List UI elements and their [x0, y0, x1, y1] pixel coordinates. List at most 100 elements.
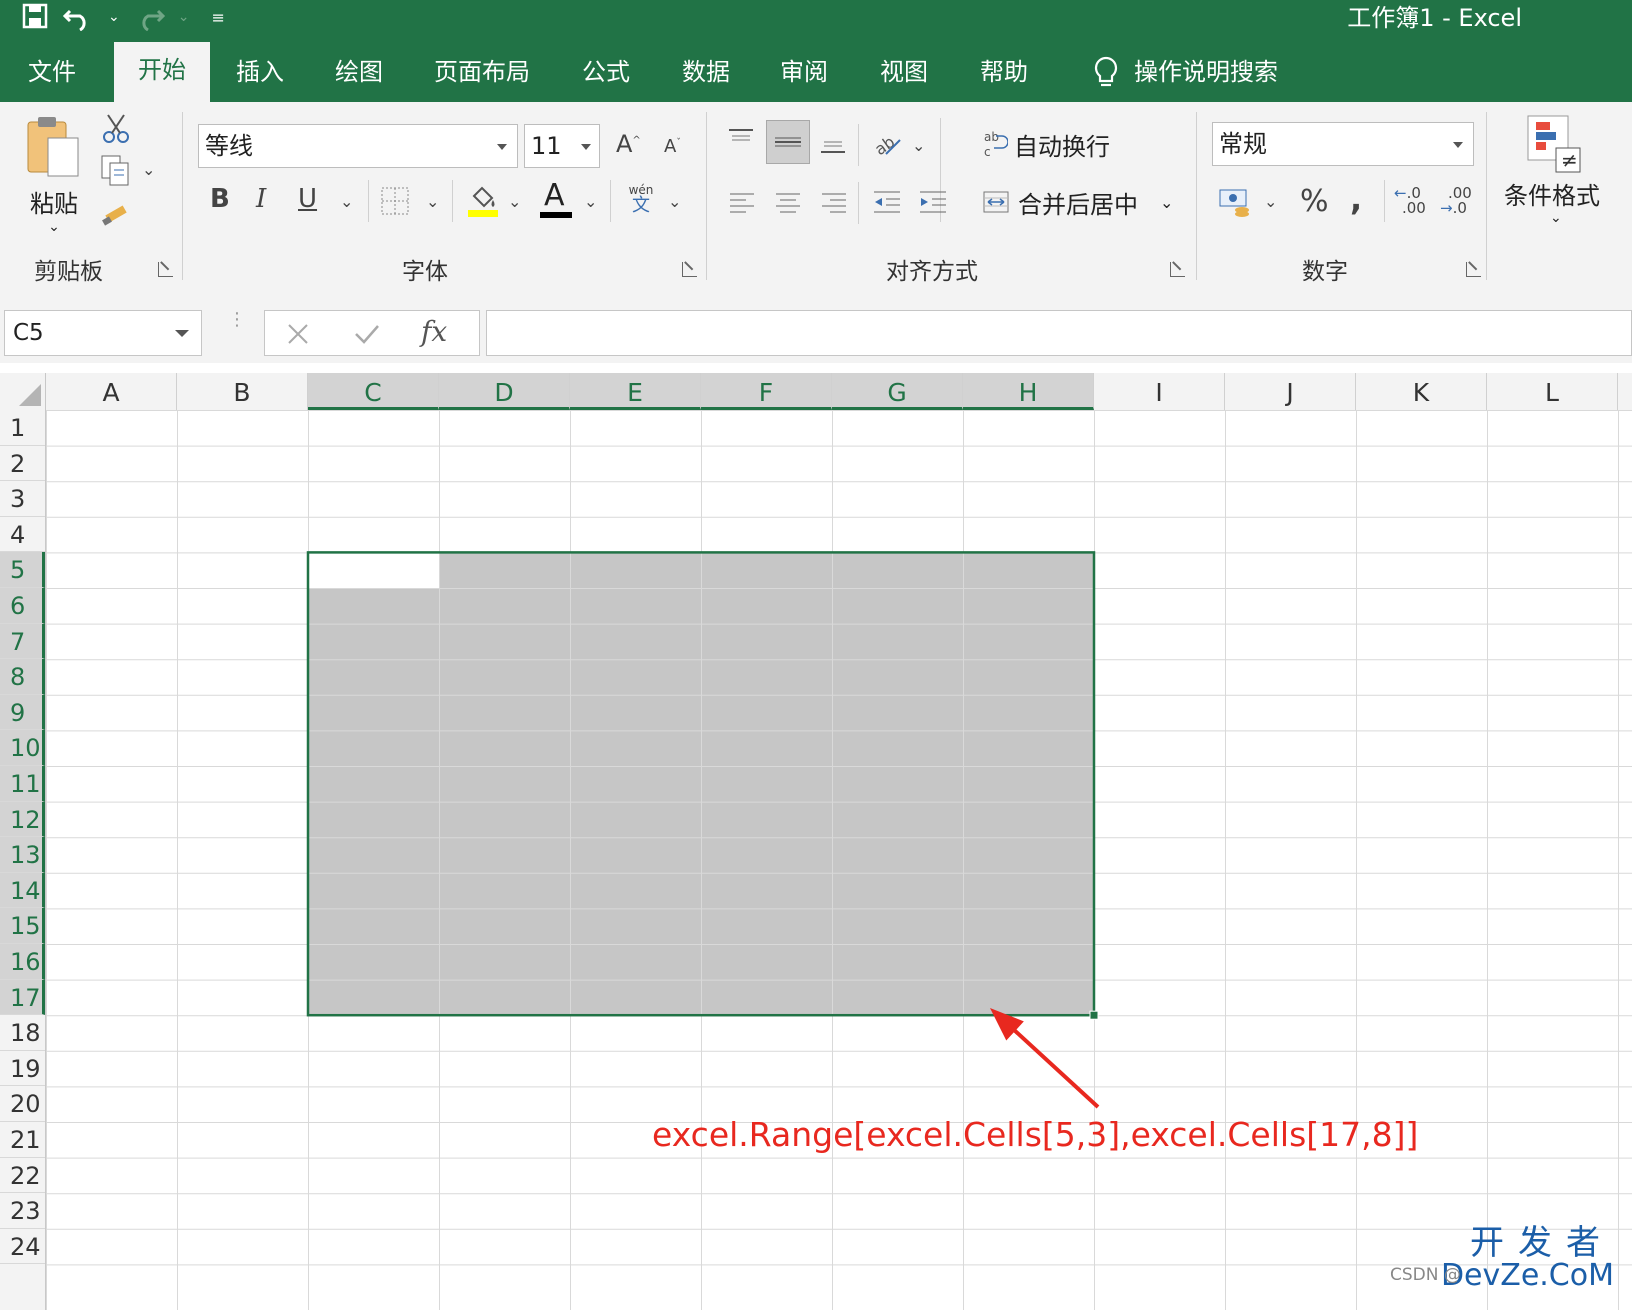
- increase-decimal-button[interactable]: ←.0 .00: [1394, 186, 1430, 216]
- tab-help[interactable]: 帮助: [980, 44, 1028, 102]
- row-header-3[interactable]: 3: [0, 481, 45, 517]
- row-header-23[interactable]: 23: [0, 1193, 45, 1229]
- row-header-9[interactable]: 9: [0, 694, 45, 731]
- column-header-e[interactable]: E: [570, 373, 701, 410]
- row-header-1[interactable]: 1: [0, 410, 45, 446]
- format-painter-icon[interactable]: [100, 198, 132, 230]
- cut-icon[interactable]: [100, 112, 132, 144]
- row-header-19[interactable]: 19: [0, 1051, 45, 1087]
- shrink-font-icon[interactable]: Aˇ: [664, 136, 681, 157]
- column-header-k[interactable]: K: [1356, 373, 1487, 410]
- row-header-15[interactable]: 15: [0, 908, 45, 944]
- font-color-dropdown-icon[interactable]: ⌄: [584, 192, 597, 211]
- wrap-text-button[interactable]: ab c 自动换行: [982, 126, 1110, 162]
- save-icon[interactable]: [20, 3, 50, 31]
- bold-button[interactable]: B: [210, 184, 230, 214]
- tab-view[interactable]: 视图: [880, 44, 928, 102]
- name-box[interactable]: C5: [4, 310, 202, 356]
- paste-button[interactable]: 粘贴 ⌄: [22, 116, 86, 236]
- align-middle-button[interactable]: [766, 120, 810, 164]
- clipboard-launcher-icon[interactable]: [158, 262, 173, 277]
- copy-dropdown-icon[interactable]: ⌄: [142, 160, 155, 179]
- column-header-a[interactable]: A: [46, 373, 177, 410]
- row-header-7[interactable]: 7: [0, 623, 45, 660]
- font-size-box[interactable]: 11: [524, 124, 600, 168]
- tab-review[interactable]: 审阅: [780, 44, 828, 102]
- insert-function-button[interactable]: fx: [421, 315, 447, 348]
- underline-button[interactable]: U: [298, 184, 317, 214]
- undo-icon[interactable]: [62, 3, 96, 31]
- phonetic-dropdown-icon[interactable]: ⌄: [668, 192, 681, 211]
- row-header-21[interactable]: 21: [0, 1122, 45, 1158]
- italic-button[interactable]: I: [256, 184, 266, 214]
- align-center-icon[interactable]: [774, 188, 802, 216]
- tab-data[interactable]: 数据: [682, 44, 730, 102]
- row-header-13[interactable]: 13: [0, 837, 45, 873]
- phonetic-guide-icon[interactable]: wén 文: [626, 184, 656, 216]
- percent-style-button[interactable]: %: [1300, 184, 1329, 219]
- column-header-h[interactable]: H: [963, 373, 1094, 410]
- accounting-format-icon[interactable]: [1218, 186, 1252, 218]
- row-header-2[interactable]: 2: [0, 446, 45, 482]
- column-header-i[interactable]: I: [1094, 373, 1225, 410]
- increase-indent-icon[interactable]: [918, 188, 948, 216]
- font-launcher-icon[interactable]: [682, 262, 697, 277]
- row-header-16[interactable]: 16: [0, 944, 45, 980]
- fill-color-dropdown-icon[interactable]: ⌄: [508, 192, 521, 211]
- font-name-box[interactable]: 等线: [198, 124, 518, 168]
- row-header-8[interactable]: 8: [0, 659, 45, 695]
- redo-icon[interactable]: [132, 3, 166, 31]
- decrease-indent-icon[interactable]: [872, 188, 902, 216]
- row-header-10[interactable]: 10: [0, 730, 45, 766]
- tab-page-layout[interactable]: 页面布局: [434, 44, 530, 102]
- accounting-dropdown-icon[interactable]: ⌄: [1264, 192, 1277, 211]
- tab-home[interactable]: 开始: [114, 42, 210, 102]
- tab-draw[interactable]: 绘图: [335, 44, 383, 102]
- borders-icon[interactable]: [380, 186, 410, 216]
- orientation-icon[interactable]: ab: [872, 126, 904, 158]
- font-color-icon[interactable]: A: [540, 178, 572, 220]
- row-header-24[interactable]: 24: [0, 1229, 45, 1265]
- row-header-6[interactable]: 6: [0, 588, 45, 624]
- merge-dropdown-icon[interactable]: ⌄: [1160, 193, 1173, 212]
- merge-center-button[interactable]: 合并后居中 ⌄: [982, 184, 1173, 220]
- tab-insert[interactable]: 插入: [236, 44, 284, 102]
- column-header-f[interactable]: F: [701, 373, 832, 410]
- enter-icon[interactable]: [353, 321, 381, 347]
- align-right-icon[interactable]: [820, 188, 848, 216]
- number-format-box[interactable]: 常规: [1212, 122, 1474, 166]
- row-header-22[interactable]: 22: [0, 1158, 45, 1194]
- row-header-11[interactable]: 11: [0, 766, 45, 802]
- column-header-b[interactable]: B: [177, 373, 308, 410]
- decrease-decimal-button[interactable]: .00 →.0: [1440, 186, 1476, 216]
- redo-dropdown-icon[interactable]: ⌄: [178, 9, 190, 25]
- orientation-dropdown-icon[interactable]: ⌄: [912, 136, 925, 155]
- column-header-l[interactable]: L: [1487, 373, 1618, 410]
- conditional-format-button[interactable]: ≠ 条件格式 ⌄: [1504, 114, 1632, 234]
- grow-font-icon[interactable]: A^: [616, 130, 641, 158]
- column-header-j[interactable]: J: [1225, 373, 1356, 410]
- tell-me-search[interactable]: 操作说明搜索: [1092, 44, 1278, 100]
- row-header-12[interactable]: 12: [0, 801, 45, 838]
- row-header-17[interactable]: 17: [0, 979, 45, 1016]
- borders-dropdown-icon[interactable]: ⌄: [426, 192, 439, 211]
- cancel-icon[interactable]: [285, 321, 311, 347]
- copy-icon[interactable]: [100, 154, 132, 188]
- undo-dropdown-icon[interactable]: ⌄: [108, 9, 120, 25]
- underline-dropdown-icon[interactable]: ⌄: [340, 192, 353, 211]
- row-header-4[interactable]: 4: [0, 517, 45, 553]
- align-top-icon[interactable]: [726, 126, 756, 156]
- column-header-g[interactable]: G: [832, 373, 963, 410]
- row-header-20[interactable]: 20: [0, 1086, 45, 1122]
- row-header-5[interactable]: 5: [0, 552, 45, 588]
- number-launcher-icon[interactable]: [1466, 262, 1481, 277]
- row-header-18[interactable]: 18: [0, 1015, 45, 1051]
- formula-bar-grip-icon[interactable]: ⋮: [228, 311, 246, 350]
- align-left-icon[interactable]: [728, 188, 756, 216]
- align-bottom-icon[interactable]: [818, 126, 848, 156]
- customize-qat-icon[interactable]: ≡: [211, 8, 224, 27]
- tab-file[interactable]: 文件: [28, 44, 76, 102]
- formula-input[interactable]: [486, 310, 1632, 356]
- row-header-14[interactable]: 14: [0, 872, 45, 909]
- tab-formulas[interactable]: 公式: [582, 44, 630, 102]
